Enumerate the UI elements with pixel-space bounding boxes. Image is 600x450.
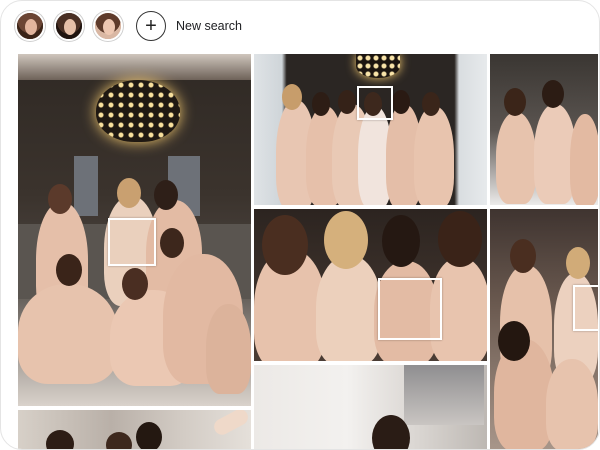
photo-result-6[interactable] — [18, 410, 251, 449]
photo-result-5[interactable] — [490, 209, 598, 449]
add-face-button[interactable]: + — [136, 11, 166, 41]
photo-result-1[interactable] — [18, 54, 251, 406]
face-thumbnail-2[interactable] — [54, 11, 84, 41]
photo-results-panel: + New search — [0, 0, 600, 450]
photo-result-4[interactable] — [254, 209, 487, 361]
photo-result-7[interactable] — [254, 365, 487, 449]
face-thumbnail-1[interactable] — [15, 11, 45, 41]
photo-result-3[interactable] — [490, 54, 598, 205]
face-match-box — [378, 278, 442, 340]
chandelier — [356, 54, 400, 78]
new-search-link[interactable]: New search — [176, 19, 242, 33]
face-search-bar: + New search — [15, 9, 242, 43]
face-match-box — [573, 285, 598, 331]
face-thumbnail-3[interactable] — [93, 11, 123, 41]
face-match-box — [357, 86, 393, 120]
photo-result-2[interactable] — [254, 54, 487, 205]
face-match-box — [108, 218, 156, 266]
chandelier — [96, 80, 180, 142]
plus-circle-icon: + — [145, 15, 157, 37]
